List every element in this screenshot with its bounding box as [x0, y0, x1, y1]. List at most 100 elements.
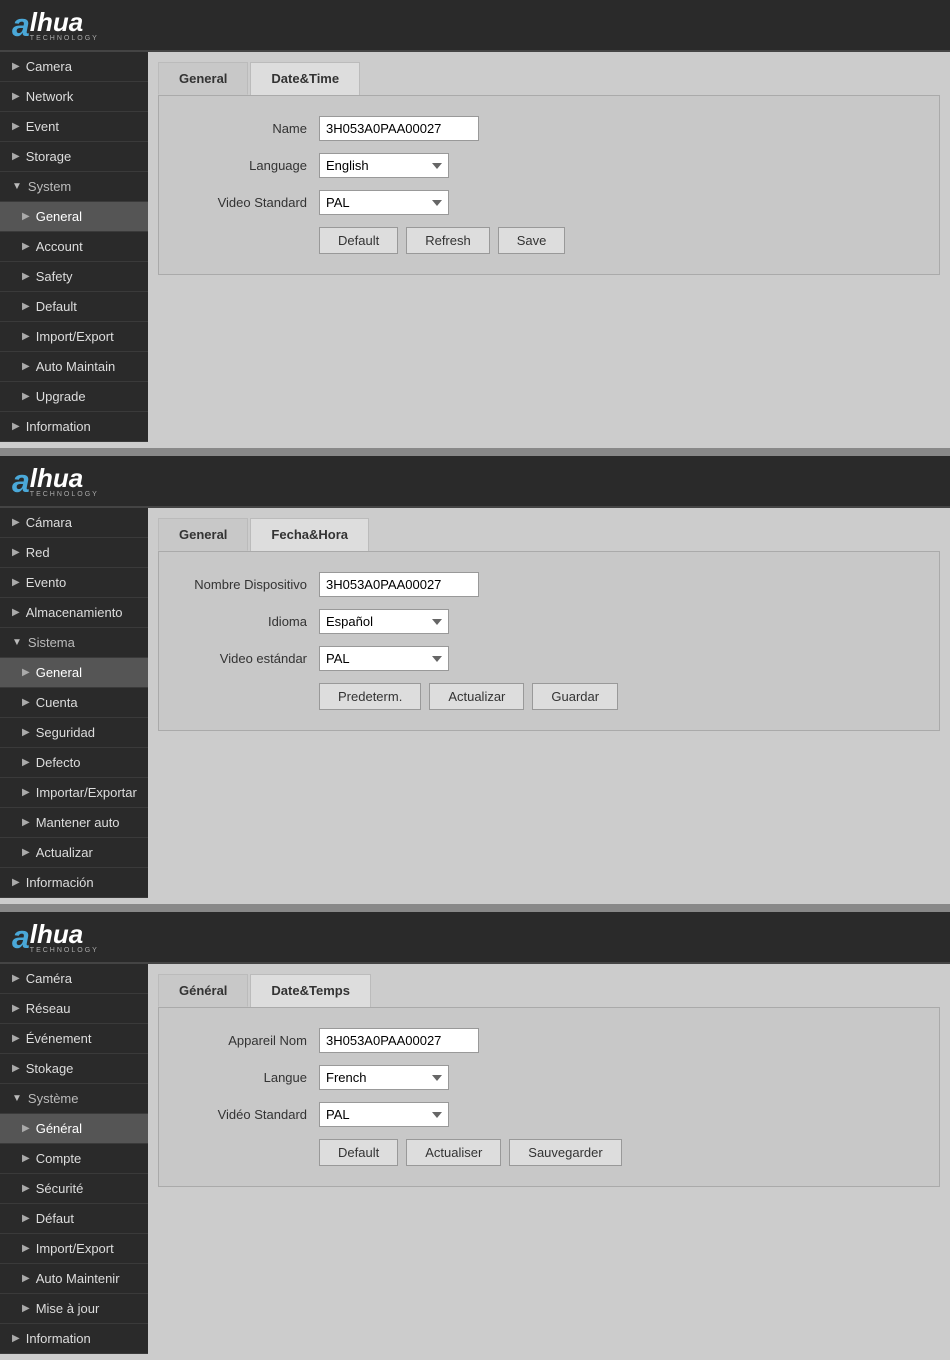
- logo-subtitle: TECHNOLOGY: [30, 491, 99, 498]
- sidebar-item-upgrade[interactable]: ▶Upgrade: [0, 382, 148, 412]
- sidebar-item-label: Compte: [36, 1151, 82, 1166]
- tab-datetime[interactable]: Date&Temps: [250, 974, 371, 1007]
- form-input-name[interactable]: [319, 116, 479, 141]
- logo: a lhua TECHNOLOGY: [12, 919, 99, 956]
- arrow-icon: ▶: [22, 817, 30, 828]
- form-area: NameLanguageEnglishChineseFrenchSpanishV…: [158, 95, 940, 275]
- default-button[interactable]: Predeterm.: [319, 683, 421, 710]
- form-select-language[interactable]: EnglishChineseFrenchSpanish: [319, 153, 449, 178]
- arrow-icon: ▶: [12, 973, 20, 984]
- form-row-name: Nombre Dispositivo: [179, 572, 919, 597]
- content-area: GénéralDate&TempsAppareil NomLangueFrenc…: [148, 964, 950, 1354]
- sidebar-item-label: Defecto: [36, 755, 81, 770]
- sidebar-item-auto-maintain[interactable]: ▶Mantener auto: [0, 808, 148, 838]
- sidebar-item-import-export[interactable]: ▶Import/Export: [0, 1234, 148, 1264]
- save-button[interactable]: Sauvegarder: [509, 1139, 621, 1166]
- sidebar-item-import-export[interactable]: ▶ Import/Export: [0, 322, 148, 352]
- form-select-video-standard[interactable]: PALNTSC: [319, 1102, 449, 1127]
- arrow-icon: ▶: [22, 757, 30, 768]
- sidebar-item-network[interactable]: ▶Network: [0, 82, 148, 112]
- sidebar-item-auto-maintain[interactable]: ▶Auto Maintenir: [0, 1264, 148, 1294]
- tab-datetime[interactable]: Date&Time: [250, 62, 360, 95]
- sidebar-item-label: Safety: [36, 269, 73, 284]
- sidebar-item-label: Información: [26, 875, 94, 890]
- sidebar-item-network[interactable]: ▶Réseau: [0, 994, 148, 1024]
- form-select-video-standard[interactable]: PALNTSC: [319, 190, 449, 215]
- sidebar-item-network[interactable]: ▶Red: [0, 538, 148, 568]
- form-select-language[interactable]: EspañolEnglishFrench: [319, 609, 449, 634]
- sidebar-item-upgrade[interactable]: ▶Mise à jour: [0, 1294, 148, 1324]
- sidebar-item-safety[interactable]: ▶Seguridad: [0, 718, 148, 748]
- panel-panel-english: a lhua TECHNOLOGY ▶Camera▶Network▶Event▶…: [0, 0, 950, 442]
- form-input-name[interactable]: [319, 1028, 479, 1053]
- logo-subtitle: TECHNOLOGY: [30, 947, 99, 954]
- sidebar-item-storage[interactable]: ▶Stokage: [0, 1054, 148, 1084]
- logo-text: lhua: [30, 465, 99, 491]
- tab-general[interactable]: General: [158, 518, 248, 551]
- arrow-icon: ▶: [12, 61, 20, 72]
- sidebar-item-safety[interactable]: ▶Sécurité: [0, 1174, 148, 1204]
- sidebar-item-label: Importar/Exportar: [36, 785, 137, 800]
- sidebar-item-default[interactable]: ▶Default: [0, 292, 148, 322]
- sidebar-item-default[interactable]: ▶ Defecto: [0, 748, 148, 778]
- sidebar-item-event[interactable]: ▶Event: [0, 112, 148, 142]
- refresh-button[interactable]: Actualizar: [429, 683, 524, 710]
- tab-general[interactable]: Général: [158, 974, 248, 1007]
- default-button[interactable]: Default: [319, 227, 398, 254]
- content-area: GeneralDate&TimeNameLanguageEnglishChine…: [148, 52, 950, 442]
- sidebar-item-label: Import/Export: [36, 1241, 114, 1256]
- arrow-icon: ▶: [12, 607, 20, 618]
- sidebar-item-label: Import/Export: [36, 329, 114, 344]
- sidebar-item-information[interactable]: ▶Information: [0, 1324, 148, 1354]
- sidebar-item-import-export[interactable]: ▶Importar/Exportar: [0, 778, 148, 808]
- sidebar-section-system[interactable]: ▼Sistema: [0, 628, 148, 658]
- sidebar-section-system[interactable]: ▼System: [0, 172, 148, 202]
- sidebar: ▶Cámara▶Red▶Evento▶Almacenamiento▼Sistem…: [0, 508, 148, 898]
- sidebar-item-information[interactable]: ▶Information: [0, 412, 148, 442]
- sidebar-item-camera[interactable]: ▶Caméra: [0, 964, 148, 994]
- save-button[interactable]: Save: [498, 227, 566, 254]
- sidebar-item-label: Défaut: [36, 1211, 74, 1226]
- sidebar: ▶Caméra▶Réseau▶Événement▶Stokage▼Système…: [0, 964, 148, 1354]
- sidebar-item-default[interactable]: ▶ Défaut: [0, 1204, 148, 1234]
- sidebar-item-account[interactable]: ▶Cuenta: [0, 688, 148, 718]
- sidebar-item-event[interactable]: ▶Événement: [0, 1024, 148, 1054]
- arrow-icon: ▶: [22, 1213, 30, 1224]
- sidebar-item-storage[interactable]: ▶Storage: [0, 142, 148, 172]
- sidebar: ▶Camera▶Network▶Event▶Storage▼System▶Gen…: [0, 52, 148, 442]
- sidebar-item-event[interactable]: ▶Evento: [0, 568, 148, 598]
- refresh-button[interactable]: Actualiser: [406, 1139, 501, 1166]
- form-select-language[interactable]: FrenchEnglishSpanish: [319, 1065, 449, 1090]
- sidebar-item-upgrade[interactable]: ▶Actualizar: [0, 838, 148, 868]
- sidebar-item-account[interactable]: ▶Compte: [0, 1144, 148, 1174]
- arrow-icon: ▶: [22, 667, 30, 678]
- main-layout: ▶Caméra▶Réseau▶Événement▶Stokage▼Système…: [0, 964, 950, 1354]
- sidebar-item-information[interactable]: ▶Información: [0, 868, 148, 898]
- logo-a-icon: a: [12, 919, 30, 956]
- chevron-down-icon: ▼: [12, 1093, 22, 1104]
- refresh-button[interactable]: Refresh: [406, 227, 490, 254]
- sidebar-section-system[interactable]: ▼Système: [0, 1084, 148, 1114]
- sidebar-item-safety[interactable]: ▶Safety: [0, 262, 148, 292]
- sidebar-item-storage[interactable]: ▶Almacenamiento: [0, 598, 148, 628]
- sidebar-item-auto-maintain[interactable]: ▶Auto Maintain: [0, 352, 148, 382]
- sidebar-item-label: Event: [26, 119, 59, 134]
- sidebar-item-general[interactable]: ▶General: [0, 658, 148, 688]
- sidebar-item-general[interactable]: ▶Général: [0, 1114, 148, 1144]
- default-button[interactable]: Default: [319, 1139, 398, 1166]
- form-input-name[interactable]: [319, 572, 479, 597]
- tab-datetime[interactable]: Fecha&Hora: [250, 518, 369, 551]
- sidebar-item-general[interactable]: ▶General: [0, 202, 148, 232]
- form-label-video-standard: Vidéo Standard: [179, 1107, 319, 1122]
- sidebar-item-account[interactable]: ▶Account: [0, 232, 148, 262]
- form-select-video-standard[interactable]: PALNTSC: [319, 646, 449, 671]
- arrow-icon: ▶: [22, 331, 30, 342]
- form-area: Nombre Dispositivo IdiomaEspañolEnglishFr…: [158, 551, 940, 731]
- sidebar-item-camera[interactable]: ▶Camera: [0, 52, 148, 82]
- tab-general[interactable]: General: [158, 62, 248, 95]
- sidebar-item-camera[interactable]: ▶Cámara: [0, 508, 148, 538]
- form-area: Appareil NomLangueFrenchEnglishSpanishVi…: [158, 1007, 940, 1187]
- arrow-icon: ▶: [22, 241, 30, 252]
- form-label-language: Idioma: [179, 614, 319, 629]
- save-button[interactable]: Guardar: [532, 683, 618, 710]
